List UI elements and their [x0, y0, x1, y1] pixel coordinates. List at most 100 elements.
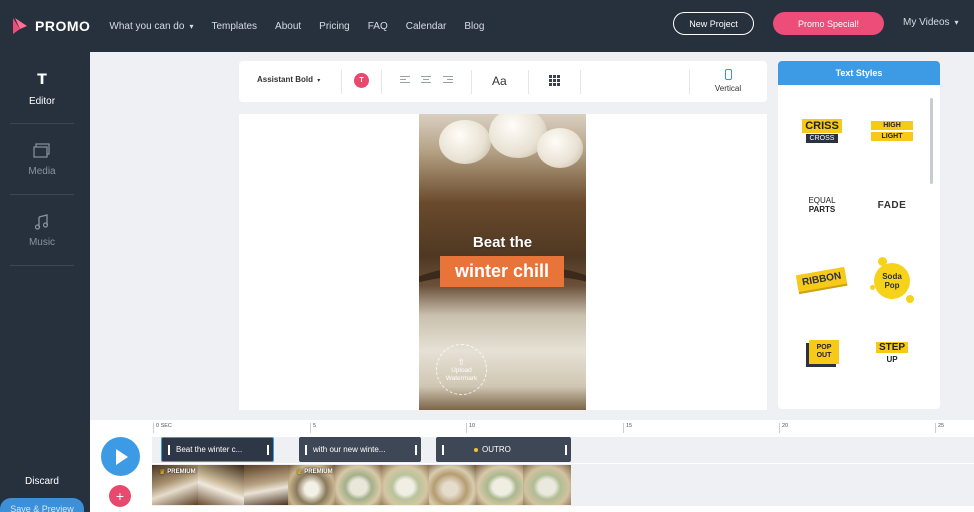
text-toolbar: Assistant Bold ▾ T Aa Vertical: [239, 61, 767, 102]
style-text: LIGHT: [871, 132, 913, 141]
nav-calendar[interactable]: Calendar: [406, 21, 447, 32]
align-left-icon[interactable]: [400, 76, 410, 86]
style-text-line: OUT: [816, 352, 832, 359]
ruler-tick: 25: [935, 423, 944, 433]
chevron-down-icon: ▾: [189, 21, 194, 31]
style-step-up[interactable]: STEP UP: [862, 323, 922, 383]
nav-templates[interactable]: Templates: [211, 21, 257, 32]
chevron-down-icon: ▾: [317, 78, 321, 84]
style-ribbon[interactable]: RIBBON: [792, 249, 852, 309]
style-equal-parts[interactable]: EQUAL PARTS: [792, 175, 852, 235]
nav-about[interactable]: About: [275, 21, 301, 32]
brand-name: PROMO: [35, 18, 91, 34]
clip-handle-right[interactable]: [565, 444, 567, 455]
clip-label: OUTRO: [482, 445, 511, 454]
sidebar-divider: [10, 265, 74, 266]
text-clip[interactable]: Beat the winter c...: [161, 437, 274, 462]
nav-faq[interactable]: FAQ: [368, 21, 388, 32]
ruler-tick: 0 SEC: [153, 423, 172, 433]
style-text-line: Soda: [882, 272, 902, 281]
style-text: FADE: [877, 199, 907, 211]
soda-pop-circle: Soda Pop: [874, 263, 910, 299]
add-scene-button[interactable]: +: [109, 485, 131, 507]
text-clip[interactable]: with our new winte...: [299, 437, 421, 462]
new-project-button[interactable]: New Project: [673, 12, 754, 35]
sidebar-item-media[interactable]: Media: [10, 124, 74, 194]
style-text: UP: [886, 355, 898, 364]
clip-handle-right[interactable]: [415, 444, 417, 455]
style-text: RIBBON: [796, 266, 848, 292]
food-image-detail: [537, 128, 583, 168]
sidebar-item-label: Media: [28, 165, 56, 177]
style-text: STEP: [875, 342, 909, 353]
overlay-highlight-text[interactable]: winter chill: [440, 256, 564, 287]
pop-out-shape: POP OUT: [806, 340, 839, 367]
premium-label: PREMIUM: [167, 469, 196, 475]
upload-watermark-button[interactable]: ⇧ Upload Watermark: [436, 344, 487, 395]
toolbar-divider: [381, 70, 382, 94]
text-styles-panel: Text Styles CRISS CROSS HIGH LIGHT EQUAL…: [778, 61, 940, 409]
ruler-tick: 10: [466, 423, 475, 433]
promo-logo-icon: [13, 18, 27, 34]
clip-handle-left[interactable]: [305, 444, 307, 455]
style-text: HIGH: [871, 121, 913, 130]
nav-what-you-can-do[interactable]: What you can do ▾: [109, 21, 193, 32]
clip-label: with our new winte...: [313, 445, 386, 454]
text-styles-title: Text Styles: [778, 61, 940, 85]
save-preview-button[interactable]: Save & Preview: [0, 498, 84, 512]
soda-pop-shape: Soda Pop: [870, 257, 914, 303]
text-color-button[interactable]: T: [354, 73, 369, 88]
style-text: Soda Pop: [882, 272, 902, 290]
text-size-button[interactable]: Aa: [492, 74, 507, 88]
brand-logo[interactable]: PROMO: [11, 16, 90, 36]
video-clip[interactable]: ♛ PREMIUM: [152, 465, 288, 505]
video-clip[interactable]: ♛ PREMIUM: [288, 465, 571, 505]
nav-blog[interactable]: Blog: [464, 21, 484, 32]
media-icon: [33, 142, 50, 158]
video-preview[interactable]: Beat the winter chill ⇧ Upload Watermark: [419, 114, 586, 410]
ruler-tick: 5: [310, 423, 316, 433]
layout-grid-icon[interactable]: [549, 75, 560, 86]
align-right-icon[interactable]: [443, 76, 453, 86]
outro-clip[interactable]: OUTRO: [436, 437, 571, 462]
discard-button[interactable]: Discard: [0, 476, 84, 487]
style-text: PARTS: [808, 205, 836, 214]
sidebar-item-editor[interactable]: T Editor: [10, 54, 74, 124]
main-nav: What you can do ▾ Templates About Pricin…: [109, 21, 502, 32]
style-criss-cross[interactable]: CRISS CROSS: [792, 101, 852, 161]
align-center-icon[interactable]: [421, 76, 431, 86]
orientation-vertical-button[interactable]: Vertical: [706, 69, 750, 93]
clip-thumbnail: [244, 465, 288, 505]
crown-icon: ♛: [159, 469, 166, 476]
overlay-headline[interactable]: Beat the: [419, 234, 586, 251]
food-image-detail: [439, 120, 491, 164]
nav-pricing[interactable]: Pricing: [319, 21, 350, 32]
clip-handle-right[interactable]: [267, 444, 269, 455]
left-sidebar: T Editor Media Music Discard Save & Prev…: [0, 52, 90, 512]
clip-handle-left[interactable]: [442, 444, 444, 455]
crown-icon: ♛: [296, 469, 303, 476]
my-videos-menu[interactable]: My Videos ▾: [903, 17, 959, 28]
style-text: CROSS: [805, 134, 839, 143]
styles-scrollbar[interactable]: [930, 98, 933, 184]
clip-handle-left[interactable]: [168, 444, 170, 455]
style-text-line: POP: [816, 344, 832, 351]
clip-thumbnail: [429, 465, 476, 505]
play-button[interactable]: [101, 437, 140, 476]
style-soda-pop[interactable]: Soda Pop: [862, 249, 922, 309]
timeline: 0 SEC 5 10 15 20 25 + Beat the winter c.…: [90, 420, 974, 512]
style-pop-out[interactable]: POP OUT: [792, 323, 852, 383]
premium-badge: ♛ PREMIUM: [296, 468, 333, 476]
font-select[interactable]: Assistant Bold ▾: [257, 75, 320, 84]
promo-special-button[interactable]: Promo Special!: [773, 12, 884, 35]
style-fade[interactable]: FADE: [862, 175, 922, 235]
my-videos-label: My Videos: [903, 17, 950, 28]
toolbar-divider: [528, 70, 529, 94]
style-text: CRISS: [802, 119, 842, 133]
sidebar-item-music[interactable]: Music: [10, 195, 74, 265]
bubble-decoration: [906, 295, 914, 303]
font-select-label: Assistant Bold: [257, 75, 314, 84]
toolbar-divider: [580, 70, 581, 94]
style-highlight[interactable]: HIGH LIGHT: [862, 101, 922, 161]
chevron-down-icon: ▾: [954, 18, 959, 27]
